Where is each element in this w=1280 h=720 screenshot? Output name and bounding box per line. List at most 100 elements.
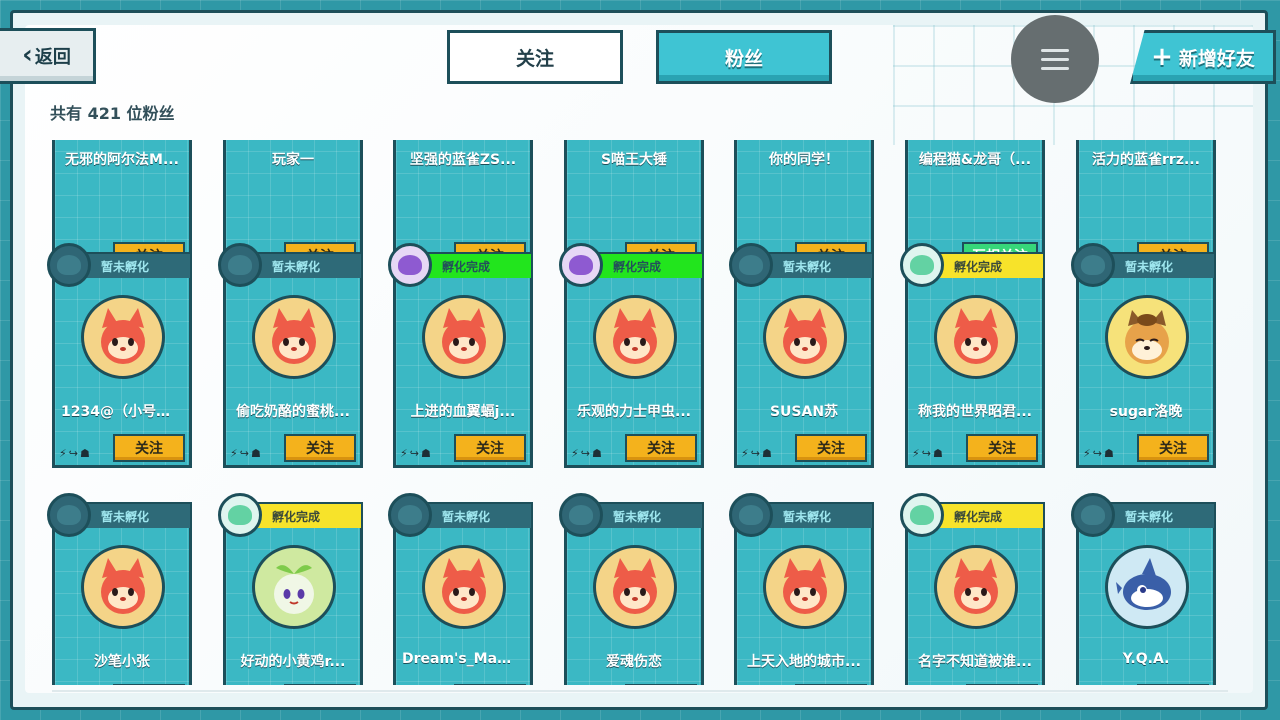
menu-icon-bar (1041, 66, 1069, 70)
follow-button[interactable]: 关注 (795, 684, 867, 685)
tab-fans[interactable]: 粉丝 (656, 30, 832, 84)
fan-card[interactable]: 暂未孵化 SUSAN苏 ⚡↪☗ 关注 (729, 243, 874, 468)
follow-button-label: 关注 (476, 441, 504, 457)
hatch-status-badge: 孵化完成 (252, 504, 361, 528)
avatar[interactable] (1105, 545, 1189, 629)
hatch-status-badge: 孵化完成 (934, 504, 1043, 528)
fan-card[interactable]: 暂未孵化沙笔小张⚡↪☗关注 (47, 493, 192, 685)
egg-icon (729, 243, 773, 287)
follow-button[interactable]: 关注 (113, 434, 185, 462)
fan-name: 偷吃奶酪的蜜桃... (236, 404, 350, 420)
fan-card[interactable]: 暂未孵化Dream's_Mam...⚡↪☗关注 (388, 493, 533, 685)
avatar[interactable] (252, 295, 336, 379)
follow-button[interactable]: 关注 (454, 434, 526, 462)
fan-card[interactable]: 暂未孵化 1234@（小号）... ⚡↪☗ 关注 (47, 243, 192, 468)
egg-icon (47, 243, 91, 287)
follow-button[interactable]: 关注 (966, 684, 1038, 685)
card-badges-icon: ⚡↪☗ (741, 447, 774, 460)
fan-card[interactable]: 孵化完成 上进的血翼蝠j... ⚡↪☗ 关注 (388, 243, 533, 468)
egg-shell (228, 505, 252, 525)
egg-icon (218, 243, 262, 287)
fan-card[interactable]: 孵化完成好动的小黄鸡r...⚡↪☗关注 (218, 493, 363, 685)
egg-shell (910, 255, 934, 275)
avatar[interactable] (1105, 295, 1189, 379)
hatch-status-badge: 暂未孵化 (1105, 504, 1214, 528)
follow-button[interactable]: 关注 (1137, 434, 1209, 462)
avatar[interactable] (593, 295, 677, 379)
fan-card[interactable]: 暂未孵化 sugar洛晚 ⚡↪☗ 关注 (1071, 243, 1216, 468)
back-button-label: 返回 (34, 47, 71, 68)
fan-name: S喵王大锤 (600, 152, 668, 168)
follow-button[interactable]: 关注 (795, 434, 867, 462)
avatar[interactable] (763, 545, 847, 629)
hatch-status-label: 暂未孵化 (1125, 509, 1174, 524)
egg-icon (729, 493, 773, 537)
hatch-status-label: 孵化完成 (954, 509, 1003, 524)
follow-button[interactable]: 关注 (454, 684, 526, 685)
follow-button[interactable]: 关注 (284, 684, 356, 685)
egg-shell (739, 505, 763, 525)
avatar[interactable] (81, 545, 165, 629)
add-friend-button[interactable]: + 新增好友 (1130, 30, 1276, 84)
fan-name: 玩家一 (272, 152, 314, 168)
fan-name: 名字不知道被谁... (918, 654, 1032, 670)
fan-card[interactable]: 孵化完成 称我的世界昭君... ⚡↪☗ 关注 (900, 243, 1045, 468)
egg-icon (1071, 493, 1115, 537)
hatch-status-label: 暂未孵化 (613, 509, 662, 524)
egg-shell (398, 505, 422, 525)
card-badges-icon: ⚡↪☗ (571, 447, 604, 460)
hatch-status-label: 暂未孵化 (272, 259, 321, 274)
card-footer: ⚡↪☗ 关注 (737, 434, 871, 465)
fan-name: 好动的小黄鸡r... (240, 654, 346, 670)
fan-card[interactable]: 孵化完成 乐观的力士甲虫... ⚡↪☗ 关注 (559, 243, 704, 468)
fan-name: 上进的血翼蝠j... (410, 404, 516, 420)
fan-name: 沙笔小张 (94, 654, 150, 670)
fan-card[interactable]: 暂未孵化上天入地的城市...⚡↪☗关注 (729, 493, 874, 685)
egg-shell (739, 255, 763, 275)
fan-card[interactable]: 暂未孵化偷吃奶酪的蜜桃... ⚡↪☗ 关注 (218, 243, 363, 468)
menu-button[interactable] (1011, 15, 1099, 103)
follow-button-label: 关注 (817, 441, 845, 457)
fan-card[interactable]: 暂未孵化爱魂伤恋⚡↪☗关注 (559, 493, 704, 685)
hatch-status-label: 暂未孵化 (442, 509, 491, 524)
avatar[interactable] (422, 295, 506, 379)
egg-shell (910, 505, 934, 525)
egg-shell (57, 505, 81, 525)
plus-icon: + (1151, 42, 1173, 72)
back-button[interactable]: ‹ 返回 (0, 28, 96, 84)
menu-icon-bar (1041, 48, 1069, 52)
fan-name: SUSAN苏 (769, 404, 839, 420)
hatch-status-label: 暂未孵化 (101, 259, 150, 274)
chevron-left-icon: ‹ (22, 40, 33, 70)
fan-card[interactable]: 暂未孵化Y.Q.A.⚡↪☗关注 (1071, 493, 1216, 685)
avatar[interactable] (934, 545, 1018, 629)
follow-button[interactable]: 关注 (625, 434, 697, 462)
avatar[interactable] (422, 545, 506, 629)
fans-grid[interactable]: 无邪的阿尔法M... ⚡↪☗ 关注 玩家一 ⚡↪☗ 关注 坚强的蓝雀ZS... ⚡↪☗ 关注 S喵… (40, 140, 1230, 685)
hatch-status-badge: 暂未孵化 (763, 504, 872, 528)
egg-shell (228, 255, 252, 275)
follow-button[interactable]: 关注 (284, 434, 356, 462)
card-badges-icon: ⚡↪☗ (230, 447, 263, 460)
avatar[interactable] (763, 295, 847, 379)
fan-card[interactable]: 孵化完成名字不知道被谁...⚡↪☗关注 (900, 493, 1045, 685)
follow-button-label: 关注 (135, 441, 163, 457)
avatar[interactable] (252, 545, 336, 629)
follow-button[interactable]: 关注 (113, 684, 185, 685)
fan-name: 称我的世界昭君... (918, 404, 1032, 420)
hatch-status-badge: 暂未孵化 (593, 504, 702, 528)
card-footer: ⚡↪☗ 关注 (396, 434, 530, 465)
card-footer: ⚡↪☗ 关注 (908, 434, 1042, 465)
follow-button-label: 关注 (306, 441, 334, 457)
avatar[interactable] (81, 295, 165, 379)
avatar[interactable] (934, 295, 1018, 379)
hatch-status-badge: 暂未孵化 (1105, 254, 1214, 278)
hatch-status-label: 暂未孵化 (101, 509, 150, 524)
follow-button[interactable]: 关注 (966, 434, 1038, 462)
tab-following[interactable]: 关注 (447, 30, 623, 84)
egg-icon (900, 243, 944, 287)
avatar[interactable] (593, 545, 677, 629)
follow-button[interactable]: 关注 (625, 684, 697, 685)
follow-button[interactable]: 关注 (1137, 684, 1209, 685)
add-friend-label: 新增好友 (1178, 47, 1255, 70)
